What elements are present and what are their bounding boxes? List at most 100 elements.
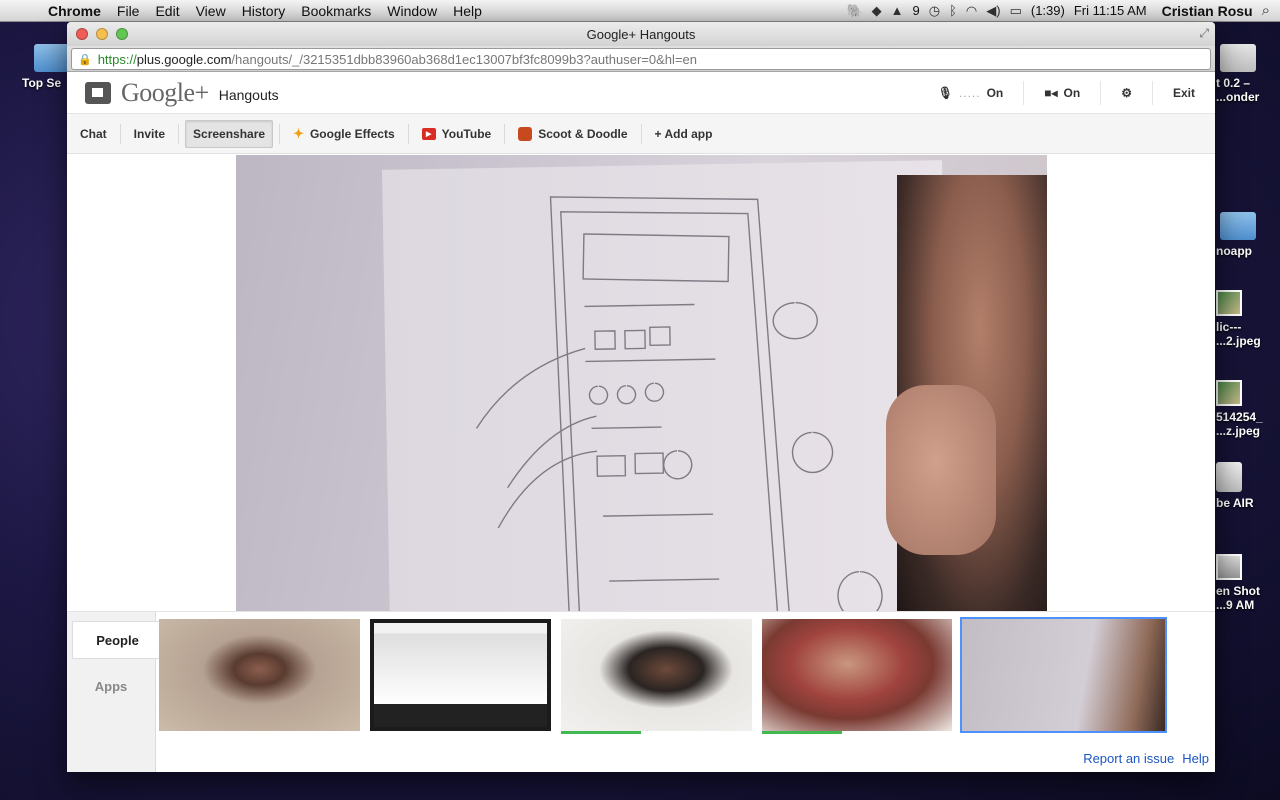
camera-icon: ■◂ <box>1044 85 1058 100</box>
participant-video <box>370 619 551 731</box>
menu-history[interactable]: History <box>234 3 294 19</box>
menu-window[interactable]: Window <box>379 3 445 19</box>
menu-app-chrome[interactable]: Chrome <box>40 3 109 19</box>
filmstrip-tabs: People Apps <box>67 612 162 772</box>
participant-video <box>159 619 360 731</box>
window-titlebar[interactable]: Google+ Hangouts ⤢ <box>67 22 1215 46</box>
evernote-icon[interactable]: 🐘 <box>846 3 862 19</box>
minimize-window-button[interactable] <box>96 28 108 40</box>
mic-toggle[interactable]: 🎙 ..... On <box>918 81 1024 105</box>
scoot-doodle-icon <box>518 126 533 141</box>
participant-video <box>762 619 952 731</box>
desktop-item-1[interactable]: t 0.2 – ...onder <box>1216 44 1280 104</box>
menu-view[interactable]: View <box>188 3 234 19</box>
participant-video <box>962 619 1165 731</box>
help-link[interactable]: Help <box>1182 751 1209 766</box>
toolbar-divider <box>279 123 281 144</box>
bluetooth-icon[interactable]: ᛒ <box>949 3 957 18</box>
disk-image-icon <box>1216 462 1242 492</box>
desktop-item-label: ...onder <box>1216 90 1260 104</box>
desktop-item-label: noapp <box>1216 244 1252 258</box>
hangout-toolbar: Chat Invite Screenshare ✦ Google Effects… <box>67 114 1215 154</box>
toolbar-divider <box>640 123 642 144</box>
folder-icon <box>1220 212 1256 240</box>
desktop-item-label: 514254_ <box>1216 410 1263 424</box>
main-stage <box>67 155 1215 611</box>
file-icon <box>1220 44 1256 72</box>
toolbar-divider <box>119 123 121 144</box>
url-field[interactable]: 🔒 https:// plus.google.com /hangouts/_/3… <box>71 48 1211 70</box>
desktop-item-label: lic--- <box>1216 320 1242 334</box>
mic-level: ..... <box>958 85 981 100</box>
zoom-window-button[interactable] <box>116 28 128 40</box>
main-video-feed[interactable] <box>236 155 1047 611</box>
google-plus-logo[interactable]: Google+ <box>121 78 209 108</box>
toolbar-divider <box>407 123 409 144</box>
participant-thumbnails <box>159 617 1175 734</box>
desktop-item-4[interactable]: 514254_ ...z.jpeg <box>1216 380 1280 438</box>
exit-button[interactable]: Exit <box>1151 80 1215 105</box>
toolbar-divider <box>178 123 180 144</box>
url-scheme: https:// <box>97 51 137 67</box>
menu-bookmarks[interactable]: Bookmarks <box>293 3 379 19</box>
chat-button[interactable]: Chat <box>73 121 114 147</box>
time-machine-icon[interactable]: ◷ <box>929 3 940 19</box>
screenshare-button[interactable]: Screenshare <box>185 119 274 148</box>
invite-button[interactable]: Invite <box>127 121 172 147</box>
desktop-item-5[interactable]: be AIR <box>1216 462 1280 510</box>
footer-links: Report an issue Help <box>1083 751 1209 766</box>
tab-apps[interactable]: Apps <box>67 667 155 705</box>
battery-time: (1:39) <box>1030 3 1065 18</box>
menu-help[interactable]: Help <box>445 3 490 19</box>
settings-button[interactable]: ⚙ <box>1100 80 1152 105</box>
desktop-item-label: t 0.2 – <box>1216 76 1251 90</box>
desktop-item-6[interactable]: en Shot ...9 AM <box>1216 554 1280 612</box>
tab-people[interactable]: People <box>72 621 162 659</box>
youtube-button[interactable]: ▶ YouTube <box>415 121 499 147</box>
close-window-button[interactable] <box>76 28 88 40</box>
desktop-item-label: ...9 AM <box>1216 598 1255 612</box>
url-host: plus.google.com <box>136 51 232 67</box>
desktop-item-label: ...z.jpeg <box>1216 424 1261 438</box>
browser-window: Google+ Hangouts ⤢ 🔒 https:// plus.googl… <box>67 22 1215 772</box>
adobe-icon[interactable]: ▲ <box>891 3 904 18</box>
product-name: Hangouts <box>218 86 279 103</box>
participant-thumbnail[interactable] <box>561 619 752 734</box>
participant-thumbnail[interactable] <box>370 619 551 731</box>
menu-file[interactable]: File <box>109 3 148 19</box>
hangouts-header: Google+ Hangouts 🎙 ..... On ■◂ On ⚙ Exit <box>67 72 1215 114</box>
desktop-item-3[interactable]: lic--- ...2.jpeg <box>1216 290 1280 348</box>
scoot-doodle-label: Scoot & Doodle <box>538 126 628 141</box>
spotlight-search-icon[interactable]: ⌕ <box>1262 2 1270 19</box>
fullscreen-icon[interactable]: ⤢ <box>1199 26 1209 41</box>
url-path: /hangouts/_/3215351dbb83960ab368d1ec1300… <box>231 51 697 67</box>
report-issue-link[interactable]: Report an issue <box>1083 751 1174 766</box>
volume-icon[interactable]: ◀) <box>986 3 1000 19</box>
desktop-item-2[interactable]: noapp <box>1216 212 1280 258</box>
screenshot-file-icon <box>1216 554 1242 580</box>
participant-filmstrip: People Apps Report an issue Help <box>67 611 1215 772</box>
scoot-doodle-button[interactable]: Scoot & Doodle <box>511 121 634 147</box>
folder-icon <box>34 44 70 72</box>
dropbox-icon[interactable]: ◆ <box>872 3 882 19</box>
participant-thumbnail[interactable] <box>159 619 360 731</box>
header-controls: 🎙 ..... On ■◂ On ⚙ Exit <box>918 72 1215 113</box>
participant-thumbnail[interactable] <box>762 619 952 734</box>
sketch-paper <box>382 160 950 611</box>
clock[interactable]: Fri 11:15 AM <box>1074 3 1147 18</box>
status-area: 🐘 ◆ ▲ 9 ◷ ᛒ ◠ ◀) ▭ (1:39) Fri 11:15 AM C… <box>846 2 1280 19</box>
lock-icon: 🔒 <box>78 53 92 66</box>
camera-toggle[interactable]: ■◂ On <box>1023 80 1100 105</box>
speaking-indicator <box>561 731 641 734</box>
menu-edit[interactable]: Edit <box>147 3 187 19</box>
desktop-item-label: en Shot <box>1216 584 1260 598</box>
user-name[interactable]: Cristian Rosu <box>1162 3 1253 19</box>
wifi-icon[interactable]: ◠ <box>966 3 977 19</box>
add-app-button[interactable]: + Add app <box>648 121 720 147</box>
adobe-count: 9 <box>912 3 920 18</box>
battery-icon[interactable]: ▭ <box>1010 3 1022 19</box>
participant-thumbnail-selected[interactable] <box>960 617 1167 733</box>
sparkle-icon: ✦ <box>293 125 304 141</box>
gear-icon: ⚙ <box>1121 85 1132 100</box>
google-effects-button[interactable]: ✦ Google Effects <box>286 120 402 148</box>
